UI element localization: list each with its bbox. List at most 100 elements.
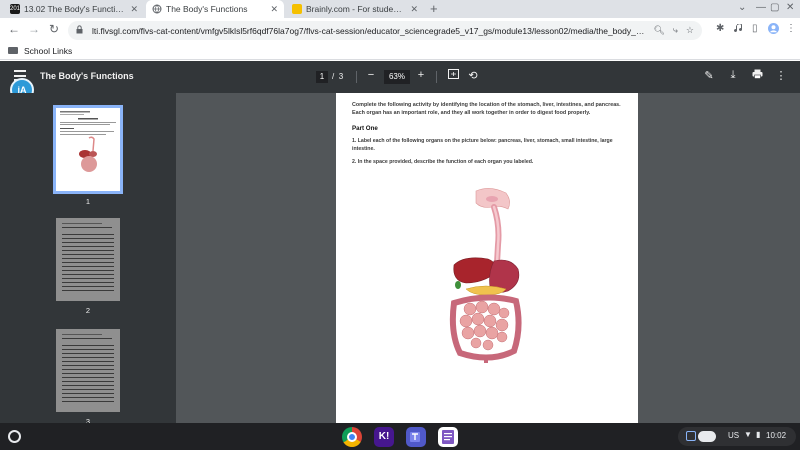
url-text: lti.flvsgl.com/flvs-cat-content/vmfgv5lk… [92, 25, 646, 36]
thumbnail-text-line [62, 290, 114, 291]
tab-strip: 201 13.02 The Body's Functions - 20... ✕… [0, 0, 800, 18]
thumbnail-text-line [62, 345, 114, 346]
share-icon[interactable]: ⤷ [673, 25, 678, 36]
thumbnail-text-line [62, 250, 114, 251]
chrome-app-icon[interactable] [342, 427, 362, 447]
zoom-in-button[interactable]: + [414, 69, 428, 81]
bookmark-school-links[interactable]: School Links [24, 46, 72, 56]
toolbar-divider [356, 71, 357, 83]
bookmark-star-icon[interactable]: ☆ [686, 25, 694, 36]
part-one-heading: Part One [352, 125, 378, 132]
thumbnail-text-line [62, 234, 114, 235]
thumbnail-text-line [62, 278, 114, 279]
pdf-viewer[interactable]: Complete the following activity by ident… [176, 93, 800, 423]
thumbnail-text-line [62, 270, 114, 271]
thumbnail-text-line [62, 334, 102, 335]
print-icon[interactable] [750, 69, 764, 82]
thumbnail-text-line [62, 365, 114, 366]
tab-bodys-functions[interactable]: The Body's Functions ✕ [146, 0, 284, 18]
thumbnail-text-line [62, 353, 114, 354]
stylus-toggle-icon[interactable] [698, 431, 716, 442]
thumbnail-preview [60, 111, 116, 172]
close-tab-icon[interactable]: ✕ [270, 4, 278, 15]
thumbnail-text-line [62, 373, 114, 374]
pdf-title: The Body's Functions [40, 71, 134, 81]
fit-page-icon[interactable] [446, 69, 460, 82]
tab-flvs-lesson[interactable]: 201 13.02 The Body's Functions - 20... ✕ [4, 0, 144, 18]
page-count: / 3 [332, 72, 343, 81]
zoom-search-icon[interactable]: 🔍︎ [653, 25, 664, 36]
instruction-step-1: 1. Label each of the following organs on… [352, 138, 613, 152]
thumbnail-text-line [62, 286, 114, 287]
folder-icon [8, 47, 18, 54]
brainly-icon [292, 4, 302, 14]
thumbnail-text-line [62, 381, 114, 382]
close-tab-icon[interactable]: ✕ [130, 4, 138, 15]
browser-toolbar: ← → ↻ lti.flvsgl.com/flvs-cat-content/vm… [0, 18, 800, 42]
teams-app-icon[interactable] [406, 427, 426, 447]
tab-brainly[interactable]: Brainly.com - For students. By st... ✕ [286, 0, 424, 18]
thumbnail-text-line [62, 377, 114, 378]
thumbnail-text-line [62, 258, 114, 259]
bookmarks-bar: School Links [0, 42, 800, 60]
digestive-system-illustration [449, 188, 522, 363]
thumbnail-text-line [62, 369, 114, 370]
locale-indicator: US [728, 431, 740, 440]
new-tab-button[interactable]: + [430, 1, 438, 16]
thumbnail-text-line [62, 246, 114, 247]
profile-icon[interactable] [768, 23, 779, 37]
thumbnail-text-line [62, 389, 114, 390]
address-bar[interactable]: lti.flvsgl.com/flvs-cat-content/vmfgv5lk… [68, 21, 702, 40]
close-tab-icon[interactable]: ✕ [410, 4, 418, 15]
download-icon[interactable]: ⤓ [726, 69, 740, 82]
os-shelf: K! US ▼ ▮ 10:02 [0, 423, 800, 450]
intro-paragraph: Complete the following activity by ident… [352, 102, 621, 116]
back-icon[interactable]: ← [6, 22, 22, 36]
tab-title: Brainly.com - For students. By st... [306, 4, 407, 14]
thumbnail-text-line [62, 274, 114, 275]
media-icon[interactable] [734, 23, 744, 36]
thumbnail-label-1: 1 [85, 197, 91, 206]
tab-title: 13.02 The Body's Functions - 20... [24, 4, 127, 14]
toolbar-divider [436, 71, 437, 83]
thumbnail-text-line [62, 238, 114, 239]
more-menu-icon[interactable]: ⋮ [786, 23, 796, 34]
thumbnail-label-2: 2 [85, 306, 91, 315]
reload-icon[interactable]: ↻ [46, 22, 62, 36]
launcher-icon[interactable] [8, 430, 21, 443]
wifi-icon: ▼ [744, 430, 752, 439]
thumbnail-text-line [62, 401, 114, 402]
thumbnail-text-line [62, 254, 114, 255]
lock-icon[interactable] [76, 25, 86, 36]
forward-icon[interactable]: → [26, 22, 42, 36]
kahoot-app-icon[interactable]: K! [374, 427, 394, 447]
thumbnail-text-line [62, 397, 114, 398]
thumbnail-text-line [62, 349, 114, 350]
page-thumbnail-3[interactable] [56, 329, 120, 412]
annotate-pen-icon[interactable]: ✎ [702, 69, 716, 82]
rotate-icon[interactable]: ⟲ [466, 69, 480, 82]
side-panel-icon[interactable]: ▯ [752, 23, 758, 34]
page-thumbnail-2[interactable] [56, 218, 120, 301]
zoom-input[interactable]: 63% [384, 70, 410, 84]
more-actions-icon[interactable]: ⋮ [774, 69, 788, 82]
clock: 10:02 [766, 431, 787, 440]
flvs-favicon: 201 [10, 4, 21, 14]
close-window-icon[interactable]: ✕ [786, 2, 794, 13]
battery-icon: ▮ [756, 430, 761, 439]
screen-capture-icon[interactable] [686, 431, 696, 441]
page-number-input[interactable]: 1 [316, 71, 328, 83]
status-tray[interactable]: US ▼ ▮ 10:02 [678, 427, 796, 446]
thumbnail-text-line [62, 338, 112, 339]
tab-title: The Body's Functions [166, 4, 248, 14]
notes-app-icon[interactable] [438, 427, 458, 447]
thumbnail-text-line [62, 227, 112, 228]
minimize-icon[interactable]: — [756, 2, 766, 13]
page-thumbnail-1[interactable] [53, 105, 123, 194]
tab-search-icon[interactable]: ⌄ [738, 2, 746, 13]
extensions-icon[interactable]: ✱ [716, 23, 724, 34]
pdf-toolbar: The Body's Functions 1 / 3 − 63% + ⟲ ✎ ⤓… [0, 61, 800, 93]
zoom-out-button[interactable]: − [364, 69, 378, 81]
instruction-step-2: 2. In the space provided, describe the f… [352, 159, 534, 165]
maximize-icon[interactable]: ▢ [770, 2, 779, 13]
